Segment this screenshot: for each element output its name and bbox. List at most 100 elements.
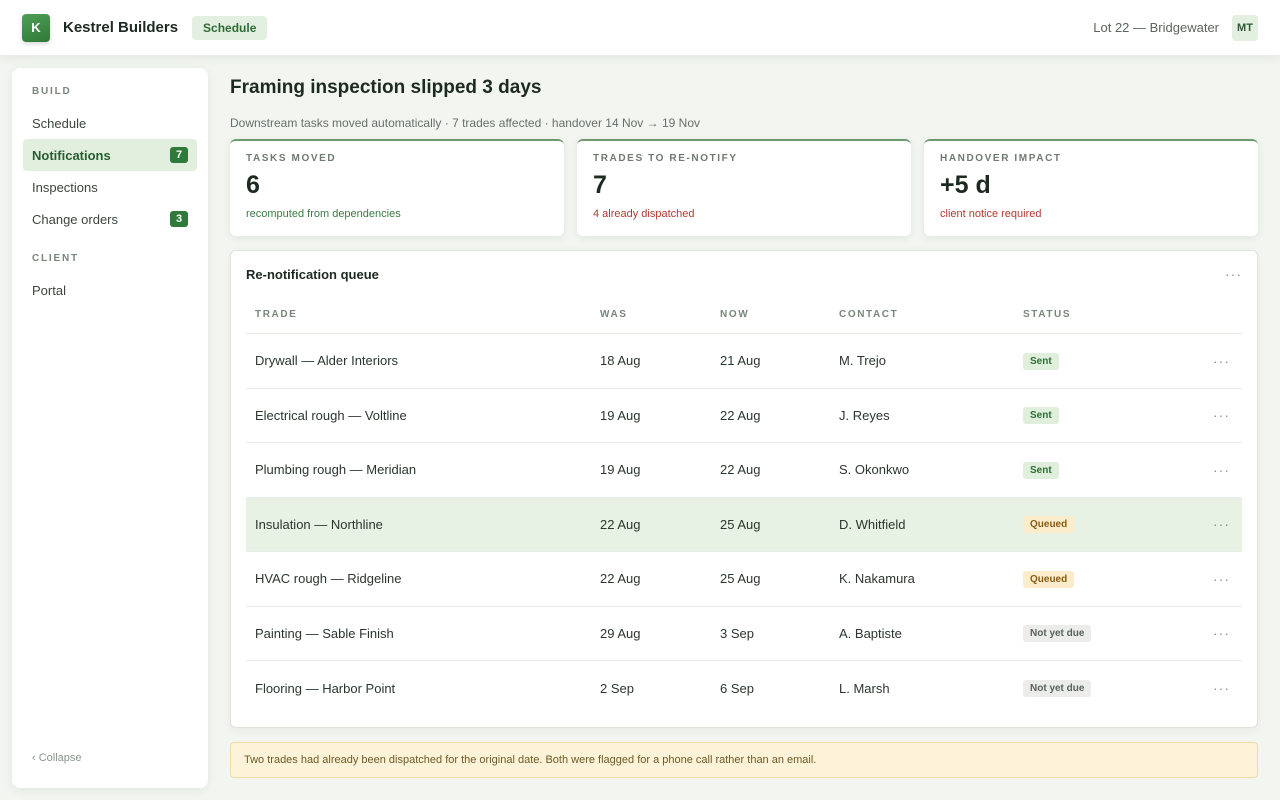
kpi-value: 7 (593, 171, 607, 199)
status-cell: Not yet due (1023, 679, 1183, 698)
top-right: Lot 22 — Bridgewater MT (1093, 14, 1258, 41)
now-date-cell: 25 Aug (720, 516, 761, 532)
change-orders-count-badge: 3 (170, 211, 188, 227)
status-badge: Not yet due (1023, 625, 1092, 643)
sidebar-item-label: Schedule (32, 115, 87, 131)
page-title: Framing inspection slipped 3 days (230, 77, 542, 98)
table-body: Drywall — Alder Interiors 18 Aug 21 Aug M. … (246, 334, 1242, 716)
renotification-queue-panel: Re-notification queue ··· TRADE WAS NOW … (230, 250, 1258, 728)
was-date-cell: 2 Sep (600, 680, 634, 696)
main-content: Framing inspection slipped 3 days Downst… (230, 68, 1258, 778)
panel-more-icon[interactable]: ··· (1225, 266, 1242, 282)
kpi-card-trades-to-renotify: TRADES TO RE-NOTIFY 7 4 already dispatch… (577, 139, 911, 236)
column-header-now: NOW (720, 308, 750, 320)
kpi-value: +5 d (940, 171, 991, 199)
row-more-icon[interactable]: ··· (1183, 680, 1242, 696)
contact-cell: J. Reyes (839, 407, 890, 423)
table-row[interactable]: Insulation — Northline 22 Aug 25 Aug D. Whi… (246, 497, 1242, 552)
now-date-cell: 6 Sep (720, 680, 754, 696)
table-row[interactable]: Flooring — Harbor Point 2 Sep 6 Sep L. Mars… (246, 661, 1242, 716)
sidebar-item-schedule[interactable]: Schedule (23, 107, 197, 139)
contact-cell: D. Whitfield (839, 516, 906, 532)
status-cell: Sent (1023, 406, 1183, 425)
table-row[interactable]: Plumbing rough — Meridian 19 Aug 22 Aug S. … (246, 443, 1242, 498)
trade-cell: Flooring — Harbor Point (255, 680, 396, 696)
trade-cell: Electrical rough — Voltline (255, 407, 407, 423)
row-more-icon[interactable]: ··· (1183, 516, 1242, 532)
sidebar-item-label: Change orders (32, 211, 118, 227)
was-date-cell: 29 Aug (600, 625, 641, 641)
row-more-icon[interactable]: ··· (1183, 353, 1242, 369)
trade-cell: Painting — Sable Finish (255, 625, 394, 641)
contact-cell: S. Okonkwo (839, 462, 910, 478)
column-header-status: STATUS (1023, 308, 1072, 320)
status-badge: Sent (1023, 352, 1059, 370)
was-date-cell: 19 Aug (600, 407, 641, 423)
column-header-was: WAS (600, 308, 628, 320)
sidebar-item-label: Inspections (32, 179, 98, 195)
status-badge: Queued (1023, 570, 1075, 588)
table-header: TRADE WAS NOW CONTACT STATUS (246, 295, 1242, 334)
contact-cell: L. Marsh (839, 680, 890, 696)
module-pill[interactable]: Schedule (192, 15, 268, 40)
kpi-card-tasks-moved: TASKS MOVED 6 recomputed from dependenci… (230, 139, 564, 236)
status-badge: Queued (1023, 516, 1075, 534)
trade-cell: Drywall — Alder Interiors (255, 353, 399, 369)
table-row[interactable]: Drywall — Alder Interiors 18 Aug 21 Aug M. … (246, 334, 1242, 389)
project-selector[interactable]: Lot 22 — Bridgewater (1093, 20, 1219, 35)
company-logo[interactable]: K (22, 13, 50, 42)
kpi-label: TASKS MOVED (246, 153, 337, 164)
status-cell: Sent (1023, 461, 1183, 479)
kpi-card-handover-impact: HANDOVER IMPACT +5 d client notice requi… (924, 139, 1258, 236)
sidebar-item-notifications[interactable]: Notifications 7 (23, 139, 197, 171)
trade-cell: Plumbing rough — Meridian (255, 462, 417, 478)
row-more-icon[interactable]: ··· (1183, 462, 1242, 478)
now-date-cell: 3 Sep (720, 625, 754, 641)
sidebar: BUILD Schedule Notifications 7 Inspectio… (12, 68, 208, 788)
kpi-label: HANDOVER IMPACT (940, 153, 1062, 164)
now-date-cell: 21 Aug (720, 353, 761, 369)
sidebar-section-client: CLIENT (32, 253, 79, 264)
row-more-icon[interactable]: ··· (1183, 407, 1242, 423)
panel-title: Re-notification queue (246, 266, 379, 282)
collapse-sidebar-button[interactable]: ‹ Collapse (32, 752, 82, 764)
was-date-cell: 22 Aug (600, 571, 641, 587)
sidebar-section-build: BUILD (32, 86, 72, 97)
banner-text: Two trades had already been dispatched f… (244, 754, 817, 766)
sidebar-item-portal[interactable]: Portal (23, 274, 197, 306)
kpi-note: 4 already dispatched (593, 208, 695, 220)
trade-cell: Insulation — Northline (255, 516, 383, 532)
top-bar: K Kestrel Builders Schedule Lot 22 — Bri… (0, 0, 1280, 55)
table-row[interactable]: HVAC rough — Ridgeline 22 Aug 25 Aug K. Nak… (246, 552, 1242, 607)
contact-cell: A. Baptiste (839, 625, 902, 641)
status-cell: Queued (1023, 570, 1183, 588)
kpi-row: TASKS MOVED 6 recomputed from dependenci… (230, 139, 1258, 236)
status-cell: Queued (1023, 515, 1183, 534)
now-date-cell: 22 Aug (720, 462, 761, 478)
sidebar-item-change-orders[interactable]: Change orders 3 (23, 203, 197, 235)
was-date-cell: 19 Aug (600, 462, 641, 478)
sidebar-item-inspections[interactable]: Inspections (23, 171, 197, 203)
sidebar-item-label: Notifications (32, 147, 111, 163)
dispatch-warning-banner: Two trades had already been dispatched f… (230, 742, 1258, 778)
status-cell: Not yet due (1023, 624, 1183, 643)
contact-cell: K. Nakamura (839, 571, 915, 587)
notifications-count-badge: 7 (170, 147, 188, 163)
contact-cell: M. Trejo (839, 353, 886, 369)
was-date-cell: 22 Aug (600, 516, 641, 532)
page-subtitle: Downstream tasks moved automatically · 7… (230, 116, 700, 130)
sidebar-item-label: Portal (32, 282, 66, 298)
row-more-icon[interactable]: ··· (1183, 571, 1242, 587)
now-date-cell: 22 Aug (720, 407, 761, 423)
avatar[interactable]: MT (1232, 14, 1258, 41)
column-header-trade: TRADE (255, 308, 298, 320)
kpi-label: TRADES TO RE-NOTIFY (593, 153, 738, 164)
table-row[interactable]: Electrical rough — Voltline 19 Aug 22 Aug J… (246, 389, 1242, 443)
table-row[interactable]: Painting — Sable Finish 29 Aug 3 Sep A. Bap… (246, 607, 1242, 661)
row-more-icon[interactable]: ··· (1183, 625, 1242, 641)
kpi-value: 6 (246, 171, 260, 199)
was-date-cell: 18 Aug (600, 353, 641, 369)
status-cell: Sent (1023, 352, 1183, 370)
column-header-contact: CONTACT (839, 308, 899, 320)
trade-cell: HVAC rough — Ridgeline (255, 571, 402, 587)
